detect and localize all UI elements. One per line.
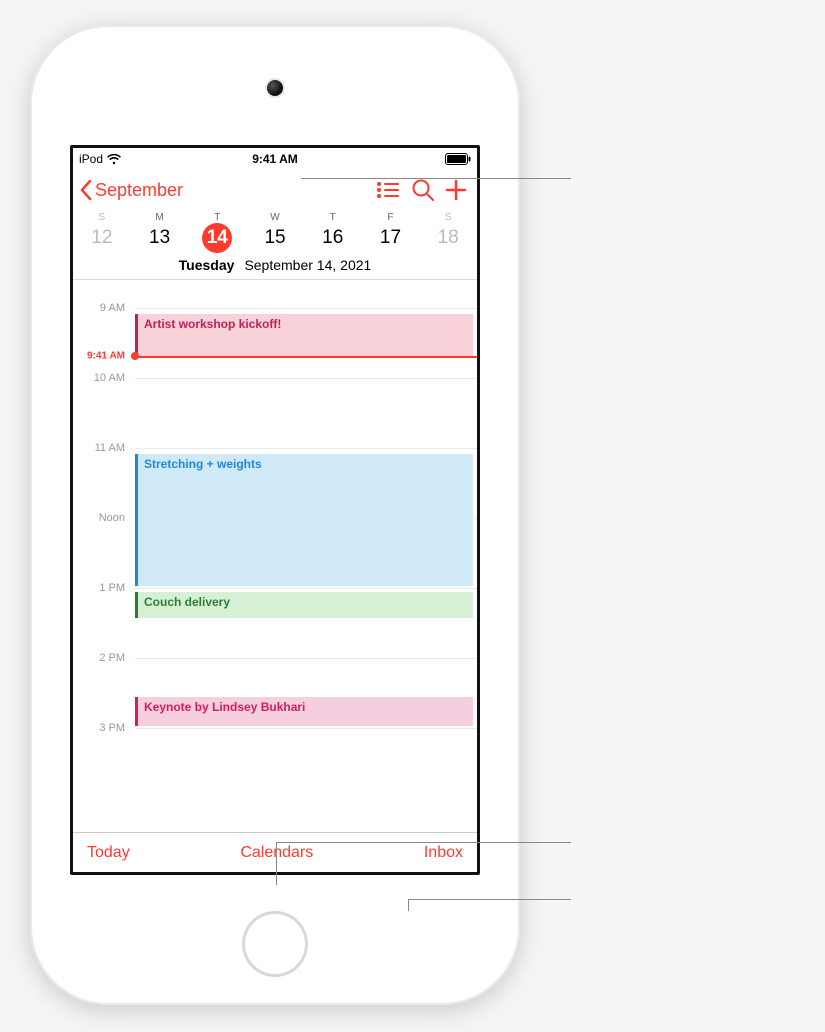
- now-indicator-dot: [131, 352, 139, 360]
- status-time: 9:41 AM: [73, 152, 477, 166]
- now-indicator-line: [135, 356, 477, 358]
- weekday-label: S: [419, 212, 477, 223]
- add-event-button[interactable]: [441, 179, 471, 201]
- home-button[interactable]: [242, 911, 308, 977]
- device-frame: iPod 9:41 AM September: [30, 25, 520, 1005]
- inbox-button[interactable]: Inbox: [424, 844, 463, 862]
- nav-bar: September: [73, 170, 477, 210]
- weekday-label: W: [246, 212, 304, 223]
- day-12[interactable]: 12: [73, 223, 131, 253]
- screen: iPod 9:41 AM September: [70, 145, 480, 875]
- weekday-label: S: [73, 212, 131, 223]
- hour-label: Noon: [73, 512, 131, 524]
- weekday-label: T: [304, 212, 362, 223]
- today-button[interactable]: Today: [87, 844, 130, 862]
- hour-label: 3 PM: [73, 722, 131, 734]
- hour-label: 10 AM: [73, 372, 131, 384]
- list-view-button[interactable]: [359, 182, 405, 198]
- calendar-event[interactable]: Couch delivery: [135, 592, 473, 618]
- hour-label: 1 PM: [73, 582, 131, 594]
- back-button[interactable]: September: [79, 180, 183, 201]
- weekday-label: F: [362, 212, 420, 223]
- hour-label: 2 PM: [73, 652, 131, 664]
- search-button[interactable]: [405, 179, 441, 201]
- front-camera: [267, 80, 283, 96]
- day-16[interactable]: 16: [304, 223, 362, 253]
- status-bar: iPod 9:41 AM: [73, 148, 477, 170]
- day-17[interactable]: 17: [362, 223, 420, 253]
- callout-line: [408, 899, 571, 900]
- hour-gridline: [135, 308, 477, 309]
- now-label: 9:41 AM: [73, 350, 131, 361]
- hour-gridline: [135, 448, 477, 449]
- weekday-label: M: [131, 212, 189, 223]
- calendar-event[interactable]: Artist workshop kickoff!: [135, 314, 473, 359]
- date-weekday: Tuesday: [179, 257, 235, 273]
- hour-label: 9 AM: [73, 302, 131, 314]
- callout-line: [276, 842, 571, 843]
- day-15[interactable]: 15: [246, 223, 304, 253]
- hour-gridline: [135, 658, 477, 659]
- day-14[interactable]: 14: [188, 223, 246, 253]
- back-label: September: [95, 180, 183, 201]
- bottom-toolbar: Today Calendars Inbox: [73, 832, 477, 872]
- date-full: September 14, 2021: [244, 257, 371, 273]
- hour-label: 11 AM: [73, 442, 131, 454]
- date-title: Tuesday September 14, 2021: [73, 257, 477, 273]
- weekday-label: T: [188, 212, 246, 223]
- week-header: SMTWTFS 12131415161718 TuesdaySeptember …: [73, 210, 477, 286]
- callout-line: [301, 178, 571, 179]
- day-schedule[interactable]: 9 AM 10 AM 11 AM Noon 1 PM 2 PM 3 PM Artist wor…: [73, 286, 477, 832]
- hour-gridline: [135, 588, 477, 589]
- calendar-event[interactable]: Keynote by Lindsey Bukhari: [135, 697, 473, 727]
- hour-gridline: [135, 728, 477, 729]
- calendar-event[interactable]: Stretching + weights: [135, 454, 473, 586]
- hour-gridline: [135, 378, 477, 379]
- day-18[interactable]: 18: [419, 223, 477, 253]
- day-13[interactable]: 13: [131, 223, 189, 253]
